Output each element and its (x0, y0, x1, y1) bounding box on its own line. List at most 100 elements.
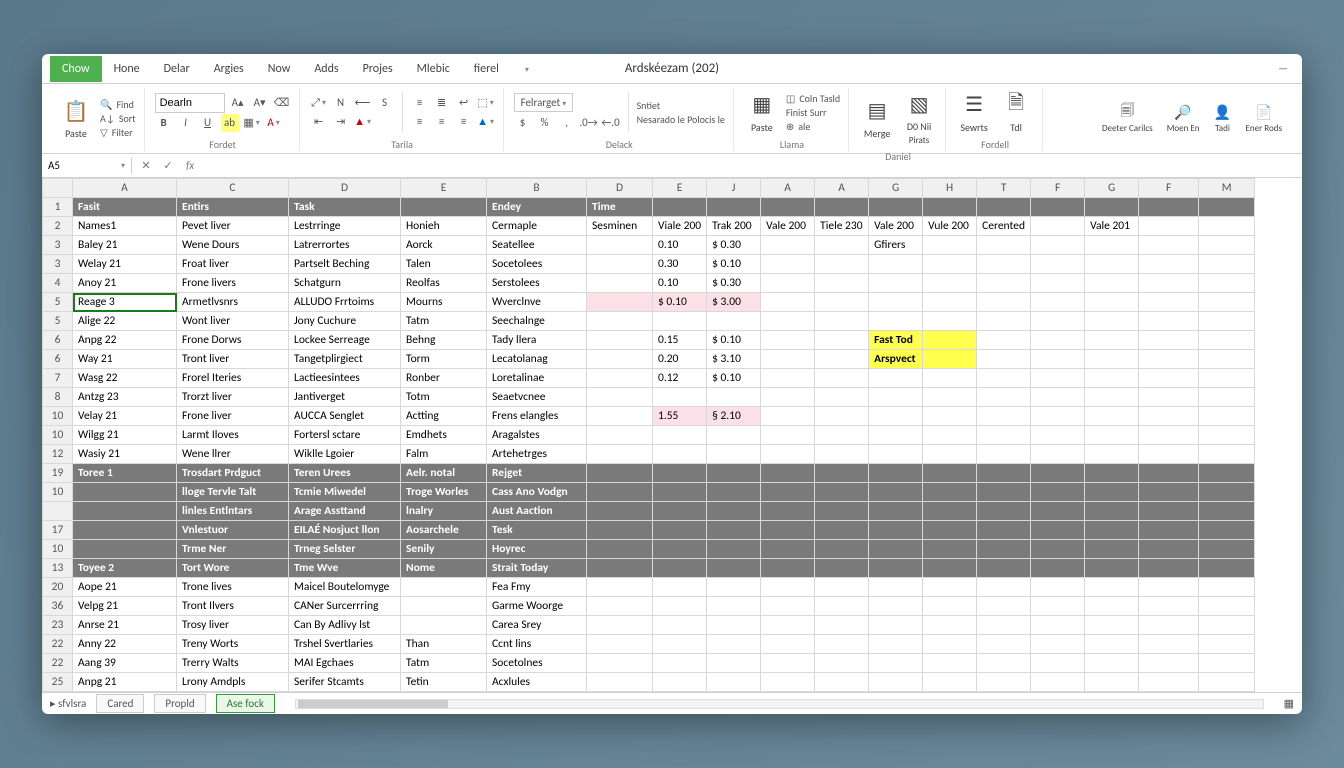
cell[interactable] (815, 350, 869, 369)
cell[interactable]: Falm (401, 445, 487, 464)
cell[interactable]: Wilgg 21 (73, 426, 177, 445)
col-header[interactable] (43, 179, 73, 198)
cell[interactable] (1085, 445, 1139, 464)
cell[interactable] (977, 407, 1031, 426)
cell[interactable]: $ 0.10 (707, 331, 761, 350)
cell[interactable] (869, 616, 923, 635)
cell[interactable] (1085, 274, 1139, 293)
cell[interactable] (815, 673, 869, 692)
cell[interactable] (923, 350, 977, 369)
cell[interactable] (977, 654, 1031, 673)
cell[interactable]: Reage 3 (73, 293, 177, 312)
cell[interactable] (977, 236, 1031, 255)
header-cell[interactable] (815, 198, 869, 217)
cell[interactable]: $ 3.00 (707, 293, 761, 312)
align-n-icon[interactable]: N (332, 94, 350, 112)
cell[interactable] (1199, 407, 1255, 426)
cell[interactable]: CANer Surcerrring (289, 597, 401, 616)
cell[interactable] (761, 502, 815, 521)
cell[interactable]: Toyee 2 (73, 559, 177, 578)
cell[interactable] (1085, 350, 1139, 369)
cell[interactable] (923, 331, 977, 350)
cell[interactable]: Frorel Iteries (177, 369, 289, 388)
cell[interactable] (1199, 388, 1255, 407)
tab-overflow[interactable] (511, 56, 541, 82)
cell[interactable] (1139, 540, 1199, 559)
cell[interactable] (1139, 331, 1199, 350)
cell[interactable] (1199, 445, 1255, 464)
cell[interactable] (653, 597, 707, 616)
bold-icon[interactable]: B (155, 114, 173, 132)
col-header[interactable]: G (1085, 179, 1139, 198)
cell[interactable] (1139, 445, 1199, 464)
row-header[interactable]: 7 (43, 369, 73, 388)
cell[interactable]: Lactieesintees (289, 369, 401, 388)
cell[interactable] (401, 578, 487, 597)
cell[interactable]: Wasg 22 (73, 369, 177, 388)
cell[interactable] (977, 635, 1031, 654)
cell[interactable] (869, 274, 923, 293)
cell[interactable] (1139, 407, 1199, 426)
align-center-icon[interactable]: ≡ (433, 113, 451, 131)
cell[interactable] (587, 540, 653, 559)
cell[interactable] (653, 445, 707, 464)
row-header[interactable]: 22 (43, 654, 73, 673)
tdl-button[interactable]: 🗎Tdl (998, 89, 1034, 136)
cell[interactable] (73, 540, 177, 559)
highlight-icon[interactable]: ab (221, 114, 239, 132)
row-header[interactable]: 25 (43, 673, 73, 692)
cell[interactable] (761, 236, 815, 255)
cell[interactable]: Vale 200 (761, 217, 815, 236)
cell[interactable] (923, 578, 977, 597)
cell[interactable] (587, 578, 653, 597)
cell[interactable] (923, 654, 977, 673)
cell[interactable] (587, 369, 653, 388)
cell[interactable] (653, 502, 707, 521)
cell[interactable] (1085, 426, 1139, 445)
cell[interactable]: Tatm (401, 654, 487, 673)
cell[interactable] (815, 293, 869, 312)
cell[interactable] (587, 274, 653, 293)
cell[interactable] (707, 312, 761, 331)
cell[interactable] (1031, 654, 1085, 673)
cell[interactable] (1031, 483, 1085, 502)
cell[interactable] (977, 426, 1031, 445)
row-header[interactable]: 5 (43, 293, 73, 312)
cell[interactable]: Seaetvcnee (487, 388, 587, 407)
cell[interactable] (1139, 502, 1199, 521)
cell[interactable] (1139, 426, 1199, 445)
cell[interactable] (1085, 635, 1139, 654)
col-header[interactable]: T (977, 179, 1031, 198)
cell[interactable]: Wene Dours (177, 236, 289, 255)
cell[interactable]: Wverclnve (487, 293, 587, 312)
cell[interactable]: Vule 200 (923, 217, 977, 236)
cell[interactable]: Tetin (401, 673, 487, 692)
cell[interactable]: Reolfas (401, 274, 487, 293)
cell[interactable]: Toree 1 (73, 464, 177, 483)
cell[interactable] (923, 312, 977, 331)
align-l-icon[interactable]: ⟵ (354, 94, 372, 112)
cell[interactable] (653, 540, 707, 559)
cell[interactable] (815, 255, 869, 274)
orientation-icon[interactable]: ⤢ (310, 94, 328, 112)
cell[interactable] (1085, 502, 1139, 521)
cell[interactable]: $ 0.10 (707, 255, 761, 274)
cell[interactable]: lloge Tervle Talt (177, 483, 289, 502)
cell[interactable] (923, 407, 977, 426)
cell[interactable] (815, 331, 869, 350)
cell[interactable] (815, 312, 869, 331)
cell[interactable]: Anpg 21 (73, 673, 177, 692)
cell[interactable]: 1.55 (653, 407, 707, 426)
cell[interactable] (707, 426, 761, 445)
view-normal-icon[interactable]: ▦ (1284, 697, 1294, 710)
cell[interactable]: linles Entlntars (177, 502, 289, 521)
cell[interactable] (761, 521, 815, 540)
col-header[interactable]: B (487, 179, 587, 198)
cell[interactable] (653, 673, 707, 692)
cell[interactable] (1031, 673, 1085, 692)
ale-row[interactable]: ⊕ale (786, 120, 840, 133)
cell[interactable] (1085, 483, 1139, 502)
cell[interactable]: Strait Today (487, 559, 587, 578)
cell[interactable]: $ 0.10 (653, 293, 707, 312)
cell[interactable] (587, 445, 653, 464)
